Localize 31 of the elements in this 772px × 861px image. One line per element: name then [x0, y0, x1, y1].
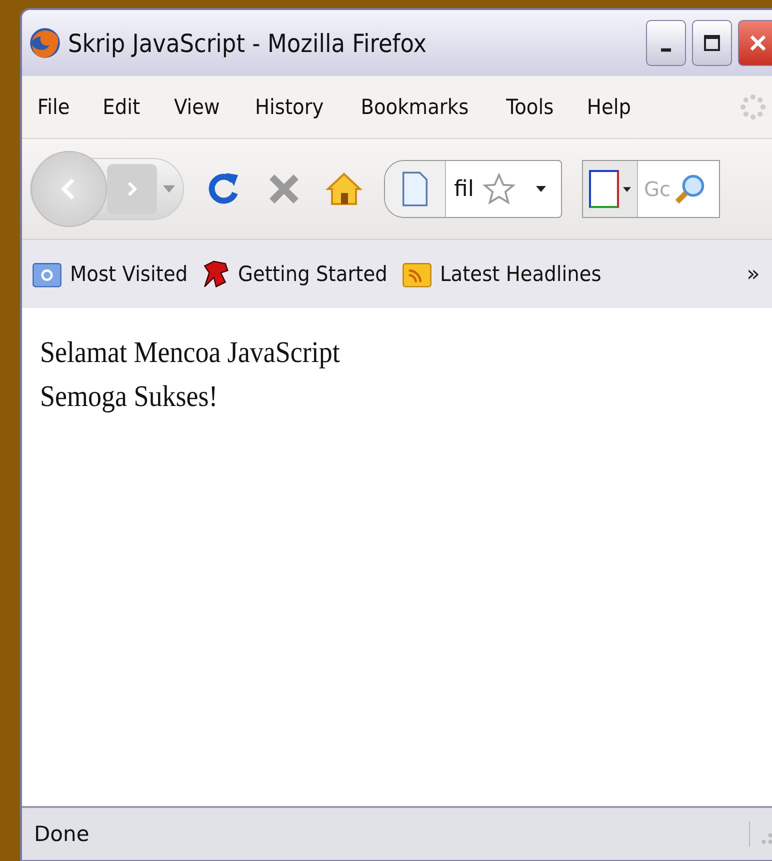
- menu-item[interactable]: View: [174, 95, 220, 119]
- page-text: Semoga Sukses!: [40, 380, 219, 414]
- star-icon[interactable]: [482, 172, 516, 206]
- minimize-icon: [661, 48, 671, 52]
- window-title: Skrip JavaScript - Mozilla Firefox: [68, 28, 427, 58]
- search-icon[interactable]: [674, 173, 706, 205]
- caret-icon: [623, 186, 631, 192]
- address-text: fil: [454, 176, 474, 202]
- close-button[interactable]: [738, 20, 772, 66]
- dropdown-icon[interactable]: [536, 186, 546, 192]
- bookmark-link[interactable]: Getting Started: [238, 262, 388, 286]
- maximize-icon: [702, 33, 722, 53]
- minimize-button[interactable]: [646, 20, 686, 66]
- menu-item[interactable]: Edit: [102, 95, 140, 119]
- search-engine-button[interactable]: [583, 161, 638, 217]
- menu-item[interactable]: Help: [587, 95, 632, 119]
- history-dropdown-icon[interactable]: [163, 185, 175, 193]
- bookmark-link[interactable]: Most Visited: [70, 262, 188, 286]
- more-bookmarks-button[interactable]: »: [746, 262, 760, 286]
- menu-item[interactable]: Bookmarks: [361, 95, 469, 119]
- menu-item[interactable]: File: [37, 95, 70, 119]
- menu-item[interactable]: Tools: [506, 95, 554, 119]
- bookmark-link[interactable]: Latest Headlines: [440, 262, 602, 286]
- throbber-icon: [738, 92, 768, 122]
- status-text: Done: [34, 822, 90, 846]
- menu-item[interactable]: History: [254, 95, 324, 119]
- address-bar[interactable]: fil: [384, 160, 562, 218]
- firefox-logo-icon: [28, 26, 62, 60]
- page-icon: [385, 161, 446, 217]
- maximize-button[interactable]: [692, 20, 732, 66]
- page-text: Selamat Mencoa JavaScript: [40, 336, 341, 370]
